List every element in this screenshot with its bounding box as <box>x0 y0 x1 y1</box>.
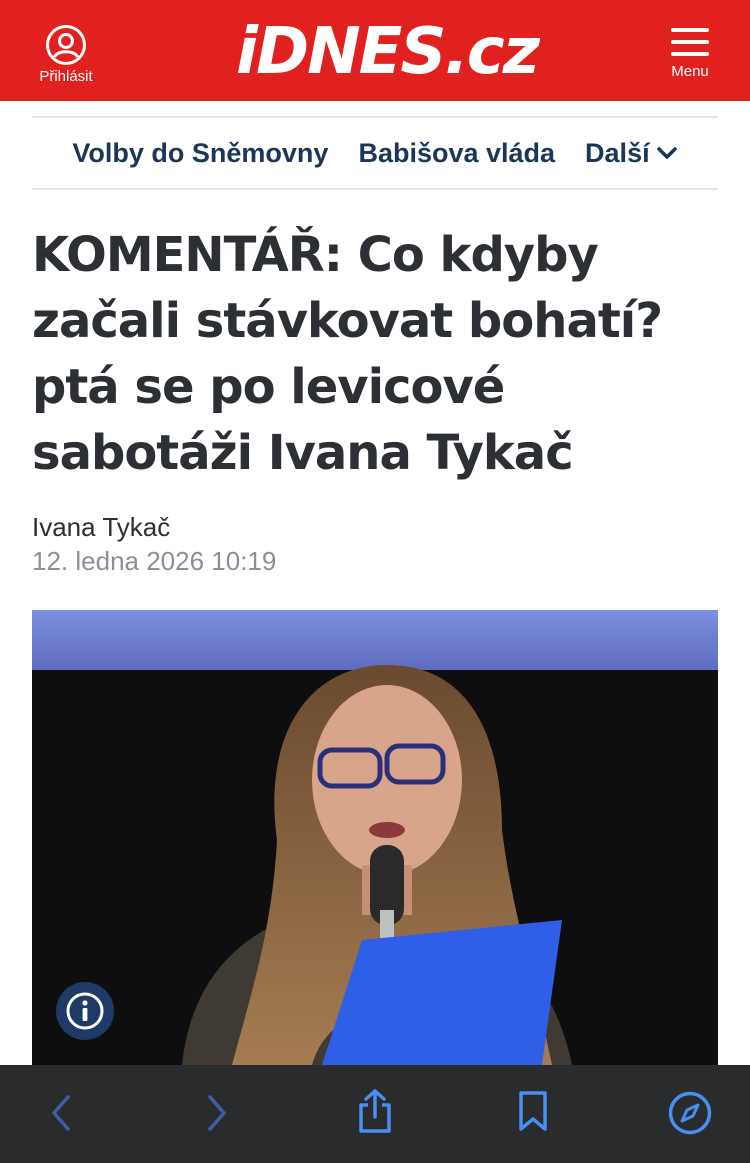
login-button[interactable]: Přihlásit <box>30 24 102 85</box>
photo-info-button[interactable] <box>56 982 114 1040</box>
user-icon <box>46 25 86 65</box>
article-title: KOMENTÁŘ: Co kdyby začali stávkovat boha… <box>32 227 663 481</box>
bookmarks-icon[interactable] <box>513 1089 553 1135</box>
forward-icon[interactable] <box>202 1091 232 1135</box>
photo-illustration <box>32 610 718 1065</box>
article-photo[interactable] <box>32 610 718 1065</box>
login-label: Přihlásit <box>39 68 93 85</box>
nav-item-label: Babišova vláda <box>358 137 556 168</box>
site-logo[interactable]: iDNES.cz <box>236 12 540 92</box>
info-icon <box>66 992 104 1030</box>
browser-toolbar <box>0 1065 750 1163</box>
nav-item-label: Volby do Sněmovny <box>72 137 329 168</box>
nav-item-volby[interactable]: Volby do Sněmovny <box>72 138 328 169</box>
chevron-down-icon <box>656 147 677 159</box>
back-icon[interactable] <box>46 1091 76 1135</box>
share-icon[interactable] <box>355 1087 395 1135</box>
site-header: Přihlásit iDNES.cz Menu <box>0 0 750 101</box>
menu-button[interactable]: Menu <box>660 28 720 80</box>
nav-item-dalsi[interactable]: Další <box>585 138 678 169</box>
hamburger-icon <box>660 28 720 56</box>
article-author[interactable]: Ivana Tykač <box>32 512 170 543</box>
article-date: 12. ledna 2026 10:19 <box>32 546 277 576</box>
menu-label: Menu <box>671 63 709 80</box>
section-nav: Volby do Sněmovny Babišova vláda Další <box>32 116 718 190</box>
nav-item-babisova-vlada[interactable]: Babišova vláda <box>358 138 555 169</box>
nav-item-label: Další <box>585 137 650 168</box>
compass-icon[interactable] <box>667 1090 713 1136</box>
